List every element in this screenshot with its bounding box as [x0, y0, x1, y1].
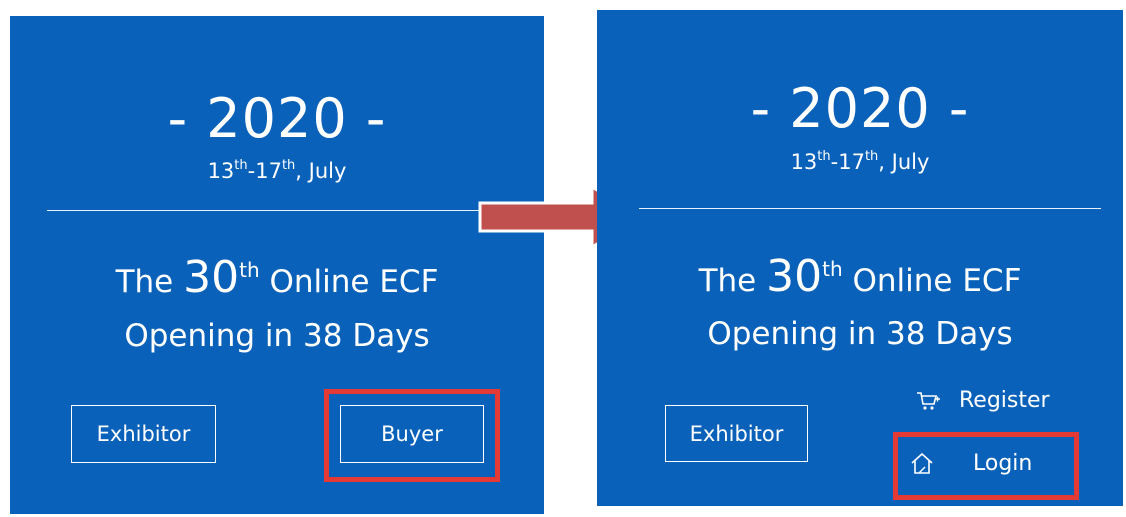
- login-link[interactable]: Login: [909, 450, 1032, 476]
- event-dates: 13th-17th, July: [790, 149, 930, 174]
- countdown-text: Opening in 38 Days: [124, 318, 430, 354]
- register-link[interactable]: Register: [915, 388, 1050, 413]
- event-dates: 13th-17th, July: [207, 158, 347, 183]
- event-title: The 30th Online ECF: [115, 252, 439, 303]
- panel-before: - 2020 - 13th-17th, July The 30th Online…: [10, 16, 544, 514]
- year-heading: - 2020 -: [750, 77, 970, 140]
- login-label: Login: [973, 450, 1033, 476]
- divider-line: [639, 208, 1101, 209]
- panel-after: - 2020 - 13th-17th, July The 30th Online…: [597, 10, 1123, 506]
- exhibitor-button[interactable]: Exhibitor: [71, 405, 216, 463]
- event-title: The 30th Online ECF: [698, 251, 1022, 302]
- year-heading: - 2020 -: [167, 87, 387, 150]
- register-label: Register: [959, 388, 1050, 413]
- buyer-button[interactable]: Buyer: [340, 405, 484, 463]
- exhibitor-button[interactable]: Exhibitor: [665, 405, 808, 462]
- home-icon: [909, 450, 935, 476]
- countdown-text: Opening in 38 Days: [707, 316, 1013, 352]
- cart-icon: [915, 389, 941, 413]
